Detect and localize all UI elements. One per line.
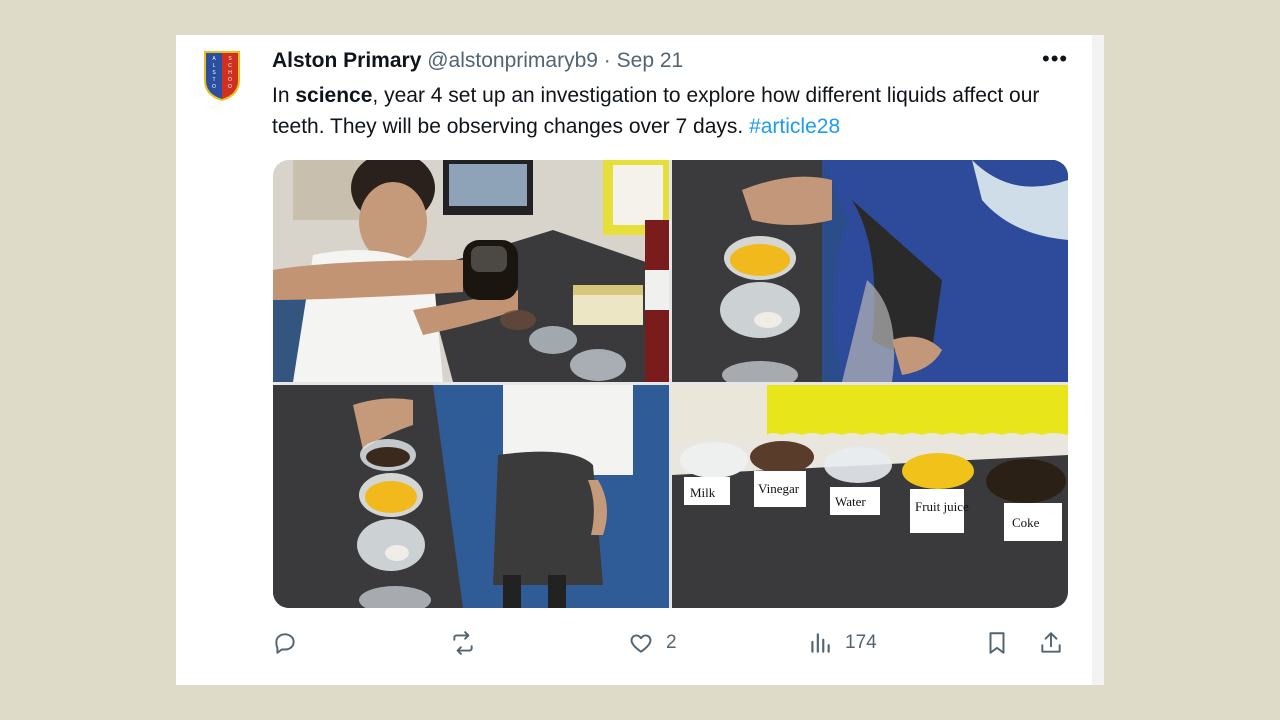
avatar[interactable]: A L S T O S C H O O — [203, 50, 241, 102]
like-button[interactable]: 2 — [628, 629, 677, 657]
heart-icon — [630, 634, 652, 653]
views-button[interactable]: 174 — [807, 629, 877, 657]
svg-text:H: H — [228, 70, 232, 76]
share-button[interactable] — [1038, 629, 1064, 657]
tweet-text-bold: science — [295, 84, 373, 107]
share-icon — [1041, 632, 1061, 653]
label-fruit-juice: Fruit juice — [915, 499, 969, 514]
retweet-button[interactable] — [450, 629, 476, 657]
hashtag-link[interactable]: #article28 — [749, 115, 840, 138]
action-bar: 2 174 — [272, 629, 1072, 659]
reply-button[interactable] — [272, 629, 298, 657]
media-photo-labelled-cups[interactable]: Milk Vinegar Water Fruit juice Coke — [672, 385, 1068, 608]
tweet-text-start: In — [272, 84, 296, 107]
media-photo-cups[interactable] — [273, 385, 669, 608]
views-count: 174 — [845, 632, 877, 653]
like-count: 2 — [666, 632, 677, 653]
display-name[interactable]: Alston Primary — [272, 49, 421, 72]
more-options-icon[interactable]: ••• — [1042, 48, 1068, 70]
label-coke: Coke — [1012, 515, 1040, 530]
handle[interactable]: @alstonprimaryb9 — [427, 49, 598, 72]
label-vinegar: Vinegar — [758, 481, 800, 496]
bookmark-button[interactable] — [984, 629, 1010, 657]
media-photo-juice[interactable] — [672, 160, 1068, 382]
label-water: Water — [835, 494, 866, 509]
media-photo-pouring[interactable] — [273, 160, 669, 382]
svg-text:C: C — [228, 63, 232, 69]
card-edge — [1092, 35, 1104, 685]
label-milk: Milk — [690, 485, 716, 500]
svg-text:O: O — [228, 84, 232, 90]
svg-text:O: O — [212, 84, 216, 90]
svg-text:O: O — [228, 77, 232, 83]
tweet-card[interactable]: A L S T O S C H O O Alston Primary @alst… — [176, 35, 1104, 685]
svg-text:L: L — [213, 63, 216, 69]
bookmark-icon — [989, 632, 1005, 654]
views-icon — [811, 633, 830, 653]
reply-icon — [275, 633, 295, 654]
tweet-text: In science, year 4 set up an investigati… — [272, 80, 1062, 142]
retweet-icon — [453, 631, 473, 655]
svg-text:T: T — [212, 77, 215, 83]
tweet-text-rest: , year 4 set up an investigation to expl… — [272, 84, 1040, 138]
separator: · — [603, 49, 611, 72]
tweet-header: Alston Primary @alstonprimaryb9 · Sep 21 — [272, 47, 683, 75]
tweet-date[interactable]: Sep 21 — [617, 49, 684, 72]
media-grid: Milk Vinegar Water Fruit juice Coke — [273, 160, 1068, 608]
